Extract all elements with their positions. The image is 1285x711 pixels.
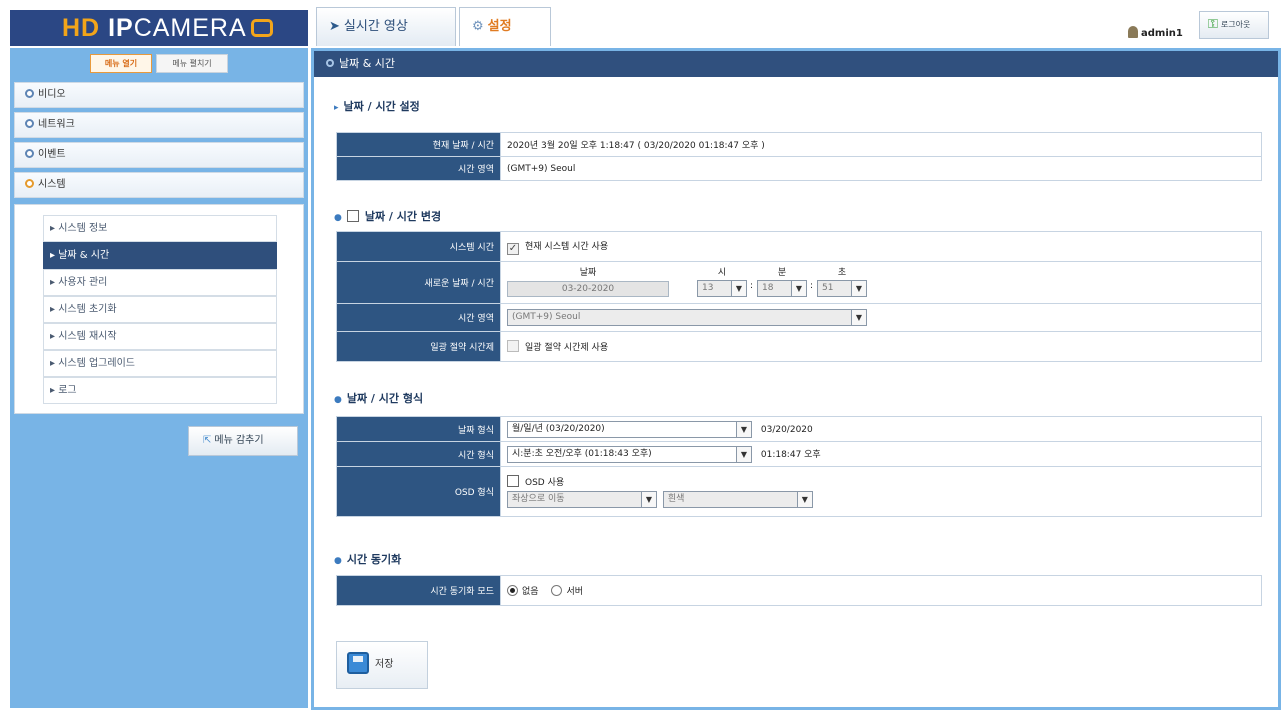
hide-arrow-icon: ⇱ <box>203 435 212 446</box>
key-icon: ⚿ <box>1208 17 1218 32</box>
section-datetime-change: ● 날짜 / 시간 변경 <box>334 210 442 223</box>
floppy-disk-icon <box>347 652 369 674</box>
section-datetime-settings: ▸ 날짜 / 시간 설정 <box>334 100 420 113</box>
sync-server-text: 서버 <box>566 587 583 597</box>
section-datetime-format: ● 날짜 / 시간 형식 <box>334 392 424 405</box>
osd-use-text: OSD 사용 <box>525 478 565 488</box>
section-time-sync: ● 시간 동기화 <box>334 553 402 566</box>
menu-open-button[interactable]: 메뉴 열기 <box>90 54 152 73</box>
submenu-user-management[interactable]: ▸ 사용자 관리 <box>43 269 277 296</box>
logo-ring-icon <box>250 19 273 37</box>
chevron-down-icon: ▼ <box>641 492 656 507</box>
gears-icon: ⚙ <box>472 19 484 34</box>
chevron-down-icon: ▼ <box>736 421 751 437</box>
dst-label: 일광 절약 시간제 <box>336 331 501 362</box>
system-time-label: 시스템 시간 <box>336 231 501 262</box>
time-format-label: 시간 형식 <box>336 441 501 467</box>
dst-checkbox[interactable] <box>507 340 519 352</box>
sidebar-item-video[interactable]: 비디오 <box>14 82 304 108</box>
circle-bullet-icon <box>25 119 34 128</box>
sidebar: 메뉴 열기 메뉴 펼치기 비디오 네트워크 이벤트 시스템 ▸ 시스템 정보 ▸… <box>10 48 308 708</box>
timezone-value: (GMT+9) Seoul <box>500 156 1262 181</box>
second-select[interactable]: 51 ▼ <box>817 279 867 297</box>
chevron-down-icon: ▼ <box>731 280 746 296</box>
chevron-down-icon: ▼ <box>791 280 806 296</box>
tab-settings[interactable]: ⚙ 설정 <box>459 7 551 46</box>
osd-color-select[interactable]: 흰색 ▼ <box>662 491 813 508</box>
second-caption: 초 <box>837 267 847 278</box>
tab-live-video[interactable]: ➤ 실시간 영상 <box>316 7 456 46</box>
new-datetime-label: 새로운 날짜 / 시간 <box>336 261 501 304</box>
logout-button[interactable]: ⚿ 로그아웃 <box>1199 11 1269 39</box>
sidebar-item-network[interactable]: 네트워크 <box>14 112 304 138</box>
use-system-time-text: 현재 시스템 시간 사용 <box>525 241 609 252</box>
time-format-select[interactable]: 시:분:초 오전/오후 (01:18:43 오후) ▼ <box>507 445 752 463</box>
dot-bullet-icon: ● <box>334 395 342 405</box>
page-title: 날짜 & 시간 <box>314 51 1278 77</box>
arrow-bullet-icon: ▸ <box>334 103 339 113</box>
change-datetime-table: 시스템 시간 ✓ 현재 시스템 시간 사용 새로운 날짜 / 시간 날짜 03-2… <box>336 231 1262 362</box>
camera-icon: ➤ <box>329 19 340 34</box>
date-caption: 날짜 <box>579 267 597 278</box>
main-panel: 날짜 & 시간 ▸ 날짜 / 시간 설정 현재 날짜 / 시간 2020년 3월 … <box>311 48 1281 710</box>
sync-none-radio[interactable] <box>507 585 518 596</box>
dot-bullet-icon: ● <box>334 556 342 566</box>
circle-bullet-icon <box>25 89 34 98</box>
submenu-system-reset[interactable]: ▸ 시스템 초기화 <box>43 296 277 323</box>
timezone-select[interactable]: (GMT+9) Seoul ▼ <box>507 309 867 326</box>
use-system-time-checkbox[interactable]: ✓ <box>507 242 519 255</box>
sync-mode-label: 시간 동기화 모드 <box>336 575 501 606</box>
sync-none-text: 없음 <box>522 587 539 597</box>
minute-caption: 분 <box>777 267 787 278</box>
current-datetime-value: 2020년 3월 20일 오후 1:18:47 ( 03/20/2020 01:… <box>500 132 1262 157</box>
hour-caption: 시 <box>717 267 727 278</box>
date-format-preview: 03/20/2020 <box>760 424 813 435</box>
osd-position-select[interactable]: 좌상으로 이동 ▼ <box>507 491 657 508</box>
date-input[interactable]: 03-20-2020 <box>507 280 669 297</box>
time-separator: : <box>810 280 814 291</box>
current-user: admin1 <box>1128 26 1183 39</box>
camera-settings-page: HD IPCAMERA ➤ 실시간 영상 ⚙ 설정 admin1 ⚿ 로그아웃 메뉴 … <box>0 0 1285 711</box>
current-datetime-table: 현재 날짜 / 시간 2020년 3월 20일 오후 1:18:47 ( 03/… <box>336 132 1262 181</box>
minute-select[interactable]: 18 ▼ <box>757 279 807 297</box>
circle-bullet-icon <box>25 149 34 158</box>
chevron-down-icon: ▼ <box>736 446 751 462</box>
submenu-log[interactable]: ▸ 로그 <box>43 377 277 404</box>
submenu-system-upgrade[interactable]: ▸ 시스템 업그레이드 <box>43 350 277 377</box>
system-submenu: ▸ 시스템 정보 ▸ 날짜 & 시간 ▸ 사용자 관리 ▸ 시스템 초기화 ▸ … <box>14 204 304 414</box>
sidebar-item-system[interactable]: 시스템 <box>14 172 304 198</box>
osd-format-label: OSD 형식 <box>336 466 501 517</box>
dst-option-text: 일광 절약 시간제 사용 <box>525 343 609 353</box>
chevron-down-icon: ▼ <box>796 492 812 507</box>
sidebar-item-event[interactable]: 이벤트 <box>14 142 304 168</box>
sync-server-radio[interactable] <box>551 585 563 596</box>
save-button[interactable]: 저장 <box>336 641 428 689</box>
dot-bullet-icon: ● <box>334 213 342 223</box>
submenu-system-info[interactable]: ▸ 시스템 정보 <box>43 215 277 242</box>
title-bullet-icon <box>326 59 334 67</box>
submenu-system-restart[interactable]: ▸ 시스템 재시작 <box>43 323 277 350</box>
menu-expand-button[interactable]: 메뉴 펼치기 <box>156 54 228 73</box>
osd-use-checkbox[interactable] <box>507 475 519 487</box>
circle-bullet-icon <box>25 179 34 188</box>
hour-select[interactable]: 13 ▼ <box>697 279 747 297</box>
change-datetime-checkbox[interactable] <box>346 210 359 222</box>
date-format-label: 날짜 형식 <box>336 416 501 442</box>
date-format-select[interactable]: 월/일/년 (03/20/2020) ▼ <box>507 420 752 438</box>
time-format-preview: 01:18:47 오후 <box>760 449 821 460</box>
chevron-down-icon: ▼ <box>851 280 866 296</box>
submenu-date-time[interactable]: ▸ 날짜 & 시간 <box>43 242 277 269</box>
chevron-down-icon: ▼ <box>851 310 866 325</box>
timezone2-label: 시간 영역 <box>336 303 501 332</box>
time-separator: : <box>750 280 754 291</box>
brand-logo: HD IPCAMERA <box>10 10 308 46</box>
format-table: 날짜 형식 월/일/년 (03/20/2020) ▼ 03/20/2020 시간 … <box>336 416 1262 517</box>
sync-table: 시간 동기화 모드 없음 서버 <box>336 575 1262 606</box>
hide-menu-button[interactable]: ⇱ 메뉴 감추기 <box>188 426 298 456</box>
timezone-label: 시간 영역 <box>336 156 501 181</box>
current-datetime-label: 현재 날짜 / 시간 <box>336 132 501 157</box>
user-icon <box>1128 26 1138 38</box>
